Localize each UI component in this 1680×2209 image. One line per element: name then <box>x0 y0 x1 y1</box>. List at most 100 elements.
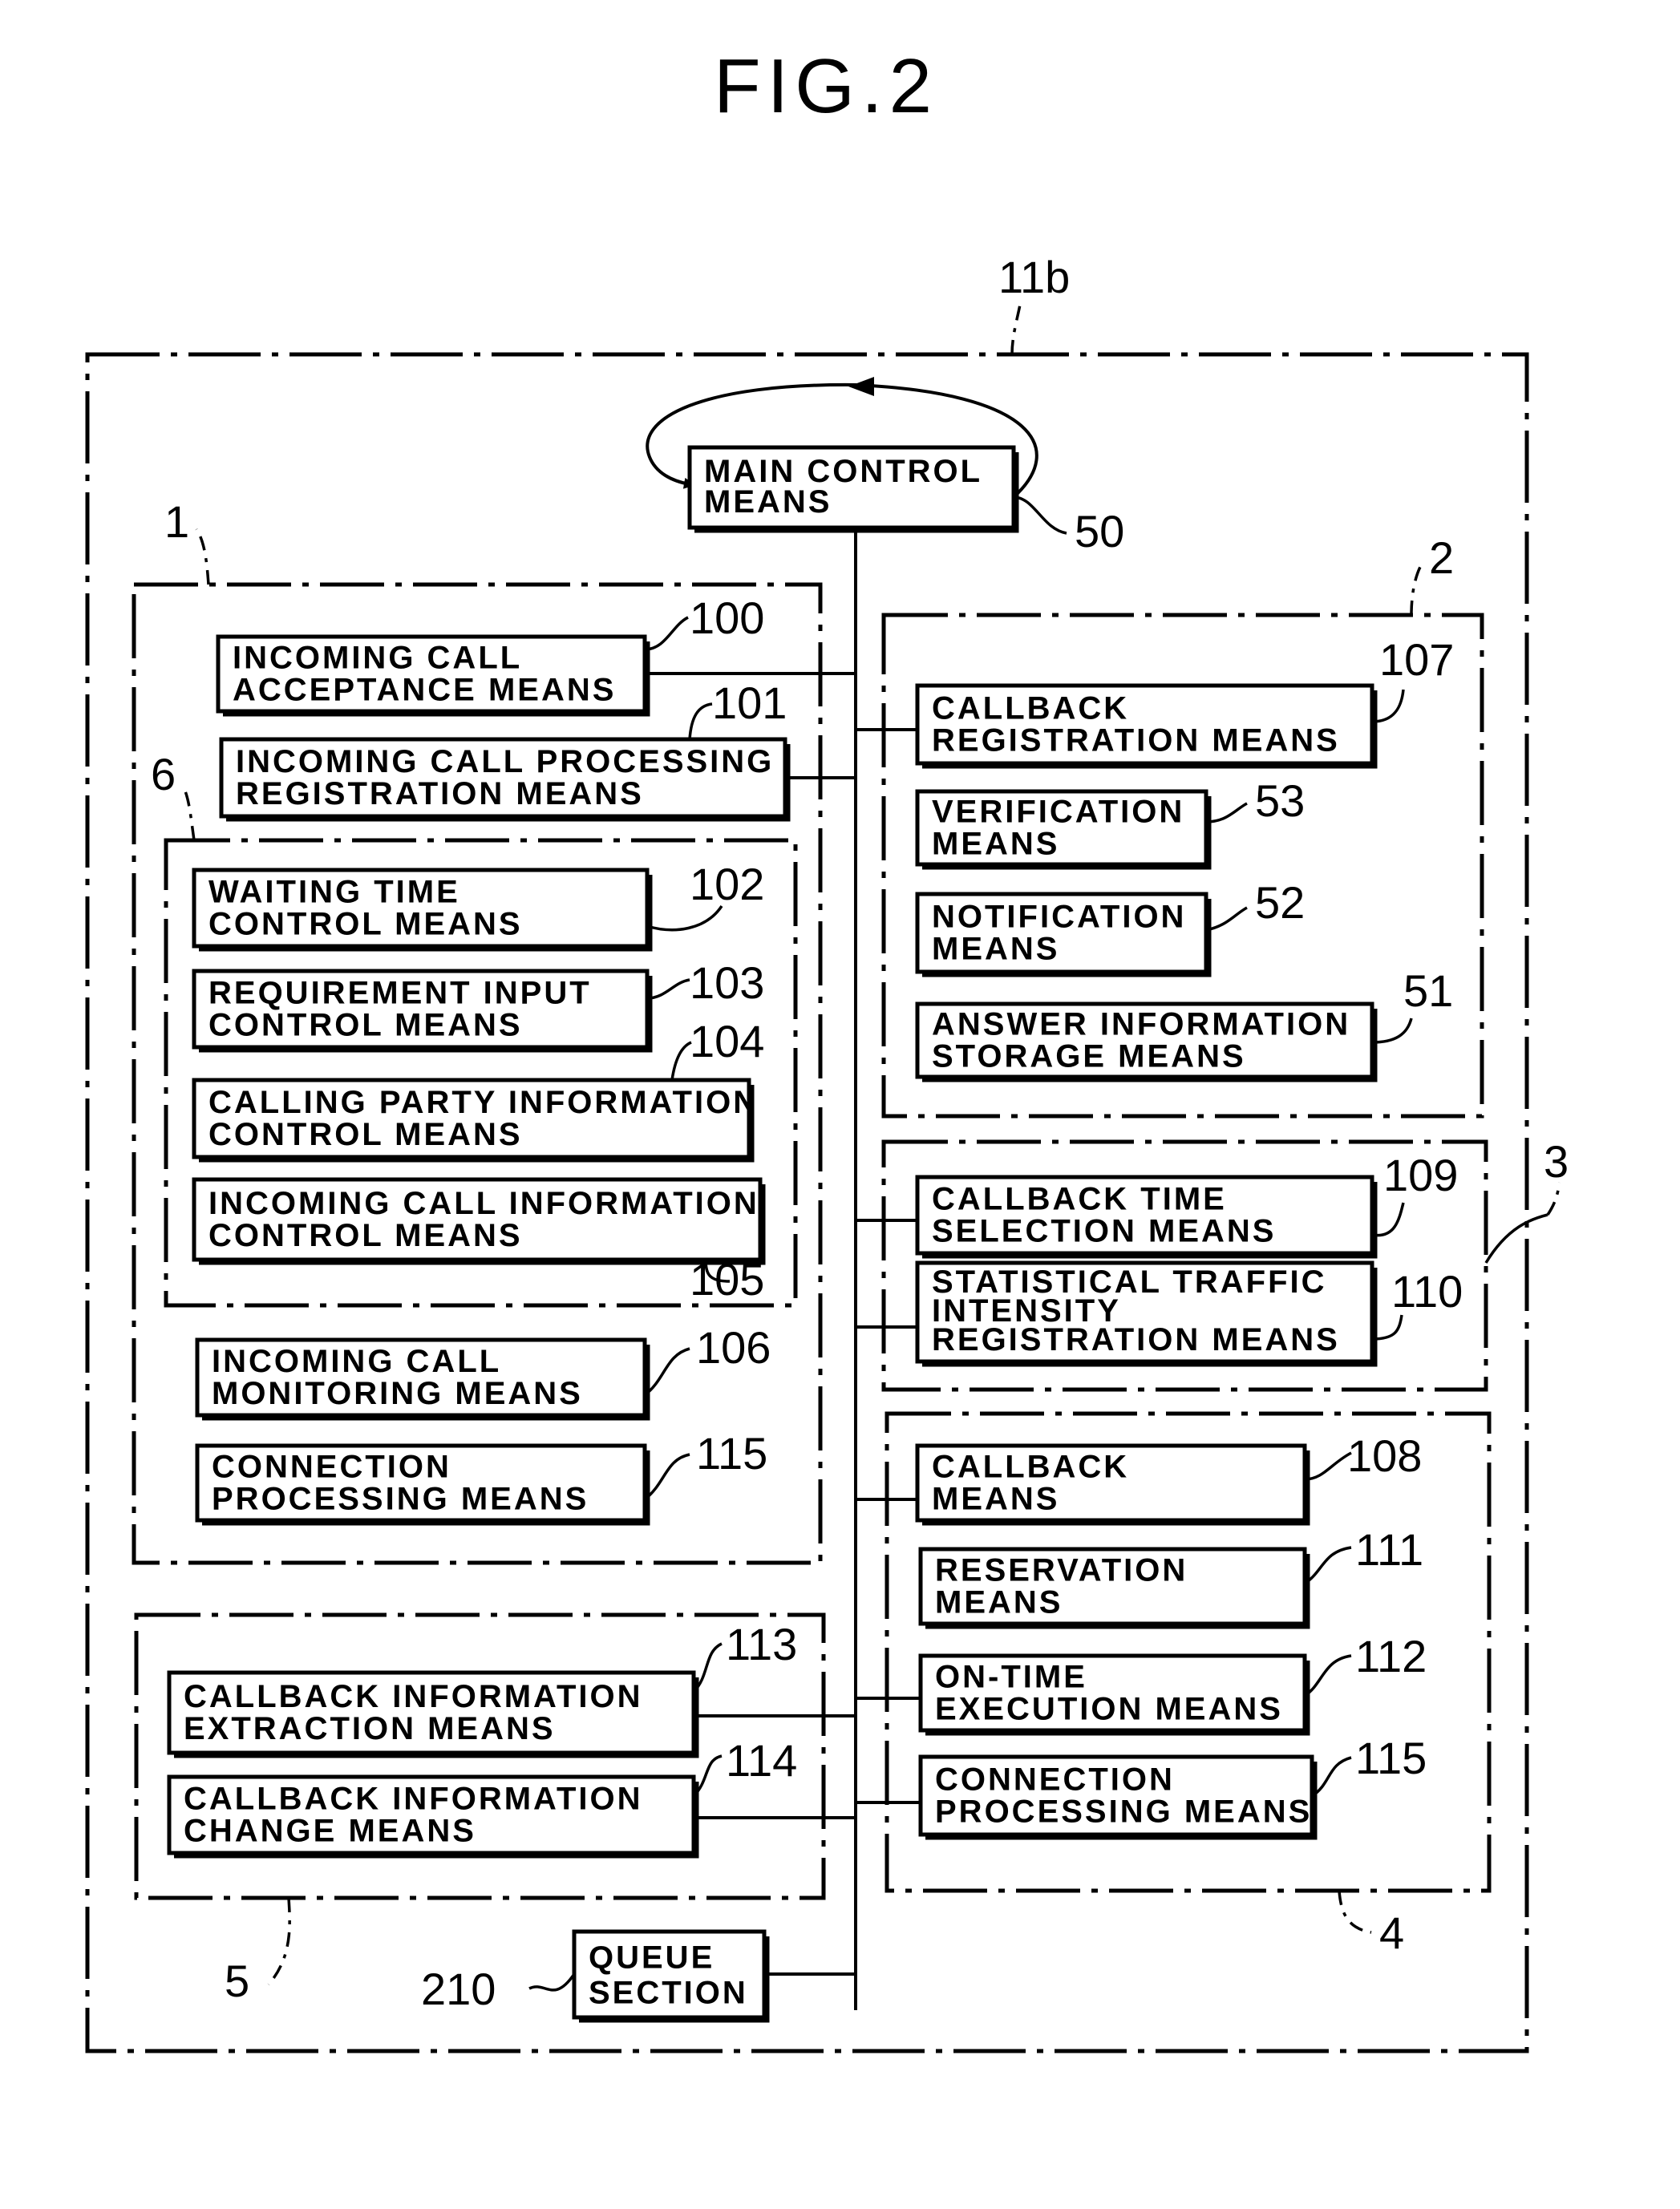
box-52-leader <box>1205 906 1248 932</box>
box-107-label-line: CALLBACK <box>932 690 1129 726</box>
box-108-ref: 108 <box>1347 1430 1422 1481</box>
box-104-leader <box>670 1041 692 1081</box>
box-112-leader <box>1303 1654 1352 1697</box>
box-52-ref: 52 <box>1255 877 1305 928</box>
box-115-left-label-line: CONNECTION <box>212 1449 451 1484</box>
block-diagram: FIG.2 11b 1 2 3 4 5 6 MAIN CONTROLMEANS5… <box>85 43 1569 2053</box>
box-102-label-line: WAITING TIME <box>208 874 460 909</box>
box-113-label-line: EXTRACTION MEANS <box>184 1711 556 1746</box>
box-100-label-line: INCOMING CALL <box>233 640 522 675</box>
box-114-leader <box>692 1754 723 1798</box>
box-51-label-line: ANSWER INFORMATION <box>932 1006 1350 1042</box>
group-5-ref: 5 <box>225 1956 249 2006</box>
box-51-leader <box>1371 1018 1413 1044</box>
box-103-leader <box>646 978 690 1000</box>
box-115-right-ref: 115 <box>1355 1733 1427 1783</box>
box-102-label-line: CONTROL MEANS <box>208 906 523 941</box>
box-113-ref: 113 <box>726 1619 797 1669</box>
box-53-label-line: VERIFICATION <box>932 794 1184 829</box>
box-115-right-label-line: CONNECTION <box>935 1762 1175 1797</box>
queue-section-box-label-line: SECTION <box>589 1976 748 2011</box>
outer-frame-leader <box>1010 304 1022 355</box>
main-control-box: MAIN CONTROLMEANS50 <box>687 445 1124 556</box>
box-106: INCOMING CALLMONITORING MEANS 106 <box>195 1322 771 1421</box>
box-115-left-leader <box>643 1453 690 1501</box>
box-115-left-ref: 115 <box>696 1428 767 1479</box>
box-102: WAITING TIMECONTROL MEANS 102 <box>192 859 764 952</box>
group-4-ref: 4 <box>1379 1908 1404 1958</box>
box-114-ref: 114 <box>726 1735 797 1786</box>
box-103: REQUIREMENT INPUTCONTROL MEANS 103 <box>192 957 764 1053</box>
box-115-left: CONNECTIONPROCESSING MEANS 115 <box>195 1428 767 1526</box>
box-104-ref: 104 <box>690 1016 764 1066</box>
box-106-ref: 106 <box>696 1322 771 1373</box>
box-100-ref: 100 <box>690 593 764 643</box>
box-114-label-line: CHANGE MEANS <box>184 1813 476 1848</box>
group-6-leader <box>181 785 196 841</box>
box-51-ref: 51 <box>1403 965 1453 1016</box>
box-112-label-line: EXECUTION MEANS <box>935 1691 1283 1726</box>
box-53: VERIFICATIONMEANS 53 <box>915 775 1305 870</box>
box-115-right-label-line: PROCESSING MEANS <box>935 1794 1312 1829</box>
box-53-ref: 53 <box>1255 775 1305 826</box>
main-control-box-ref: 50 <box>1075 506 1124 556</box>
box-53-label-line: MEANS <box>932 826 1059 861</box>
group-5-leader <box>267 1897 291 1986</box>
box-101-leader <box>688 702 713 740</box>
box-115-right-leader <box>1311 1756 1352 1798</box>
boxes-layer: MAIN CONTROLMEANS50INCOMING CALLACCEPTAN… <box>167 445 1463 2023</box>
box-111-label-line: MEANS <box>935 1584 1063 1620</box>
box-100-leader <box>644 616 689 651</box>
box-103-label-line: CONTROL MEANS <box>208 1007 523 1042</box>
box-108: CALLBACKMEANS 108 <box>915 1430 1422 1526</box>
group-4-leader <box>1338 1890 1372 1934</box>
box-107: CALLBACKREGISTRATION MEANS 107 <box>915 634 1454 769</box>
group-3-leader-dash <box>1546 1182 1561 1216</box>
box-102-ref: 102 <box>690 859 764 909</box>
box-108-label-line: CALLBACK <box>932 1449 1129 1484</box>
box-111: RESERVATIONMEANS 111 <box>918 1524 1423 1629</box>
box-105-ref: 105 <box>690 1254 764 1305</box>
group-2-leader <box>1410 560 1425 616</box>
box-103-ref: 103 <box>690 957 764 1008</box>
main-control-box-leader <box>1013 496 1067 535</box>
box-115-right: CONNECTIONPROCESSING MEANS 115 <box>918 1733 1427 1840</box>
box-106-label-line: INCOMING CALL <box>212 1344 501 1379</box>
box-111-ref: 111 <box>1355 1524 1423 1575</box>
group-2-ref: 2 <box>1429 532 1454 583</box>
box-108-label-line: MEANS <box>932 1481 1059 1516</box>
box-114-label-line: CALLBACK INFORMATION <box>184 1781 643 1816</box>
group-3-leader <box>1484 1213 1548 1264</box>
box-106-label-line: MONITORING MEANS <box>212 1376 583 1411</box>
box-102-leader <box>646 905 723 932</box>
box-109-label-line: CALLBACK TIME <box>932 1181 1227 1216</box>
box-105: INCOMING CALL INFORMATIONCONTROL MEANS 10… <box>192 1177 766 1305</box>
box-115-left-label-line: PROCESSING MEANS <box>212 1481 589 1516</box>
main-control-box-label-line: MEANS <box>704 484 832 520</box>
loop-arrowhead-icon <box>848 377 874 396</box>
box-51-label-line: STORAGE MEANS <box>932 1038 1246 1074</box>
box-112-ref: 112 <box>1355 1631 1427 1681</box>
box-106-leader <box>643 1347 690 1397</box>
box-100-label-line: ACCEPTANCE MEANS <box>233 672 616 707</box>
box-105-label-line: CONTROL MEANS <box>208 1218 523 1253</box>
box-110: STATISTICAL TRAFFICINTENSITYREGISTRATION… <box>915 1260 1463 1367</box>
box-108-leader <box>1304 1451 1352 1481</box>
group-1-leader <box>195 528 210 585</box>
group-3-ref: 3 <box>1544 1136 1569 1187</box>
box-113-label-line: CALLBACK INFORMATION <box>184 1679 643 1714</box>
queue-section-box-label-line: QUEUE <box>589 1940 715 1976</box>
box-52-label-line: MEANS <box>932 931 1059 966</box>
box-109-label-line: SELECTION MEANS <box>932 1213 1276 1248</box>
box-103-label-line: REQUIREMENT INPUT <box>208 975 592 1010</box>
group-1-ref: 1 <box>164 496 189 547</box>
box-113-leader <box>692 1642 723 1693</box>
box-101-ref: 101 <box>712 678 787 728</box>
box-109: CALLBACK TIMESELECTION MEANS 109 <box>915 1150 1458 1259</box>
box-53-leader <box>1205 802 1248 823</box>
box-104-label-line: CALLING PARTY INFORMATION <box>208 1085 759 1120</box>
box-111-label-line: RESERVATION <box>935 1552 1188 1588</box>
box-113: CALLBACK INFORMATIONEXTRACTION MEANS 113 <box>167 1619 797 1758</box>
box-107-ref: 107 <box>1379 634 1454 685</box>
box-110-label-line: REGISTRATION MEANS <box>932 1322 1340 1357</box>
